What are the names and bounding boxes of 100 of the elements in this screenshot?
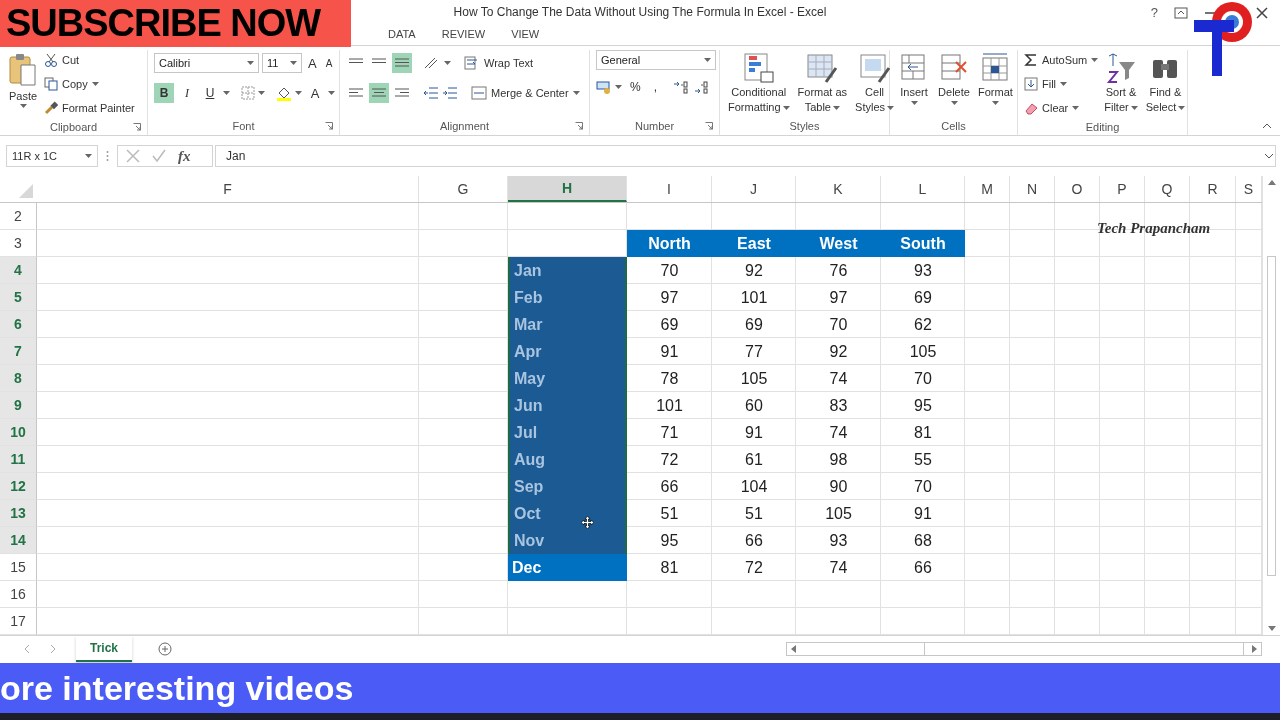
row-header[interactable]: 12 (0, 473, 37, 500)
format-painter-button[interactable]: Format Painter (44, 98, 135, 118)
column-header[interactable]: N (1010, 176, 1055, 202)
align-right-icon[interactable] (394, 86, 410, 100)
insert-function-button[interactable]: fx (178, 147, 191, 165)
row-header[interactable]: 11 (0, 446, 37, 473)
subscribe-banner: SUBSCRIBE NOW (0, 0, 351, 47)
grow-font-button[interactable]: A (305, 55, 320, 71)
wrap-text-button[interactable]: Wrap Text (464, 53, 534, 73)
ribbon-tab[interactable]: VIEW (498, 23, 553, 45)
percent-button[interactable]: % (625, 80, 646, 94)
add-sheet-icon (158, 641, 173, 656)
group-label: Clipboard (49, 120, 98, 133)
table-cell[interactable]: Feb (508, 284, 627, 311)
table-cell-text: 78 (659, 368, 680, 389)
row-header[interactable]: 17 (0, 608, 37, 635)
align-center-icon[interactable] (371, 86, 387, 100)
bold-button[interactable]: B (154, 83, 174, 103)
comma-button[interactable]: , (648, 80, 662, 94)
scroll-right-icon (1252, 644, 1257, 653)
sheet-tab[interactable]: Trick (76, 635, 133, 662)
row-header[interactable]: 9 (0, 392, 37, 419)
styles-button[interactable]: Conditional Formatting (726, 50, 792, 117)
bottom-align-icon[interactable] (394, 56, 410, 70)
row-header[interactable]: 13 (0, 500, 37, 527)
shrink-font-button[interactable]: A (322, 57, 336, 69)
table-cell[interactable]: Jun (508, 392, 627, 419)
row-header[interactable]: 4 (0, 257, 37, 284)
styles-button[interactable]: Format as Table (795, 50, 850, 117)
clear-button[interactable]: Clear (1024, 98, 1099, 118)
name-box[interactable]: 11R x 1C (6, 145, 98, 167)
column-header[interactable]: I (627, 176, 712, 202)
font-color-button[interactable]: A (305, 83, 325, 103)
table-cell-text: 81 (913, 422, 933, 443)
column-header[interactable]: P (1100, 176, 1145, 202)
table-cell[interactable]: Sep (508, 473, 627, 500)
row-header[interactable]: 7 (0, 338, 37, 365)
eraser-icon (1024, 101, 1038, 115)
merge-center-button[interactable]: Merge & Center (471, 83, 580, 103)
ribbon-tab[interactable]: REVIEW (428, 23, 499, 45)
table-cell[interactable]: Aug (508, 446, 627, 473)
table-cell[interactable]: Mar (508, 311, 627, 338)
table-cell[interactable]: Apr (508, 338, 627, 365)
table-cell[interactable]: Nov (508, 527, 627, 554)
row-header[interactable]: 14 (0, 527, 37, 554)
ribbon-tab[interactable]: DATA (375, 23, 429, 45)
move-cursor-icon (581, 516, 594, 529)
table-cell-text: 93 (913, 260, 933, 281)
number-format-dropdown[interactable]: General (596, 50, 716, 70)
column-header[interactable]: S (1236, 176, 1262, 202)
font-name-dropdown[interactable]: Calibri (154, 53, 259, 73)
caret-icon (572, 91, 580, 95)
styles-button[interactable]: Cell Styles (853, 50, 897, 117)
copy-button[interactable]: Copy (44, 74, 135, 94)
formula-input[interactable]: Jan (215, 145, 1276, 167)
table-header-cell: North (627, 230, 712, 257)
autosum-button[interactable]: AutoSum (1024, 50, 1099, 70)
row-header[interactable]: 10 (0, 419, 37, 446)
column-header[interactable]: J (712, 176, 796, 202)
paintbrush-icon (44, 101, 58, 115)
find-select-button[interactable]: Find & Select (1143, 50, 1188, 118)
column-header[interactable]: L (881, 176, 965, 202)
font-size-dropdown[interactable]: 11 (262, 53, 302, 73)
cells-button[interactable]: Delete (936, 50, 972, 117)
column-header[interactable]: R (1190, 176, 1236, 202)
row-header[interactable]: 5 (0, 284, 37, 311)
horizontal-scrollbar[interactable] (786, 641, 1262, 656)
italic-button[interactable]: I (177, 83, 197, 103)
sort-filter-button[interactable]: Sort & Filter (1102, 50, 1140, 118)
column-header[interactable]: F (37, 176, 419, 202)
table-cell[interactable]: Dec (508, 554, 627, 581)
expand-formula-icon (1264, 153, 1274, 159)
group-label: Font (232, 120, 255, 132)
restore-icon (1174, 6, 1188, 19)
column-header[interactable]: Q (1145, 176, 1190, 202)
caret-icon (1072, 106, 1080, 110)
cells-button[interactable]: Insert (896, 50, 932, 117)
table-cell[interactable]: Jan (508, 257, 627, 284)
column-header[interactable]: K (796, 176, 881, 202)
caret-icon (295, 91, 302, 95)
fill-button[interactable]: Fill (1024, 74, 1099, 94)
paste-button[interactable]: Paste (6, 50, 40, 118)
underline-button[interactable]: U (200, 83, 220, 103)
column-header[interactable]: H (508, 176, 627, 202)
cells-button[interactable]: Format (976, 50, 1015, 117)
help-button[interactable]: ? (1150, 5, 1158, 20)
cut-button[interactable]: Cut (44, 50, 135, 70)
table-cell[interactable]: Oct (508, 500, 627, 527)
column-header[interactable]: M (965, 176, 1010, 202)
scroll-up-icon (1267, 180, 1276, 185)
table-cell-text: 69 (913, 287, 933, 308)
column-header[interactable]: O (1055, 176, 1100, 202)
table-cell[interactable]: May (508, 365, 627, 392)
table-cell[interactable]: Jul (508, 419, 627, 446)
align-left-icon[interactable] (348, 86, 364, 100)
dialog-launcher-icon (133, 123, 141, 131)
row-header[interactable]: 6 (0, 311, 37, 338)
conditional-formatting-icon (742, 52, 775, 84)
row-header[interactable]: 8 (0, 365, 37, 392)
merge-icon (471, 86, 487, 100)
